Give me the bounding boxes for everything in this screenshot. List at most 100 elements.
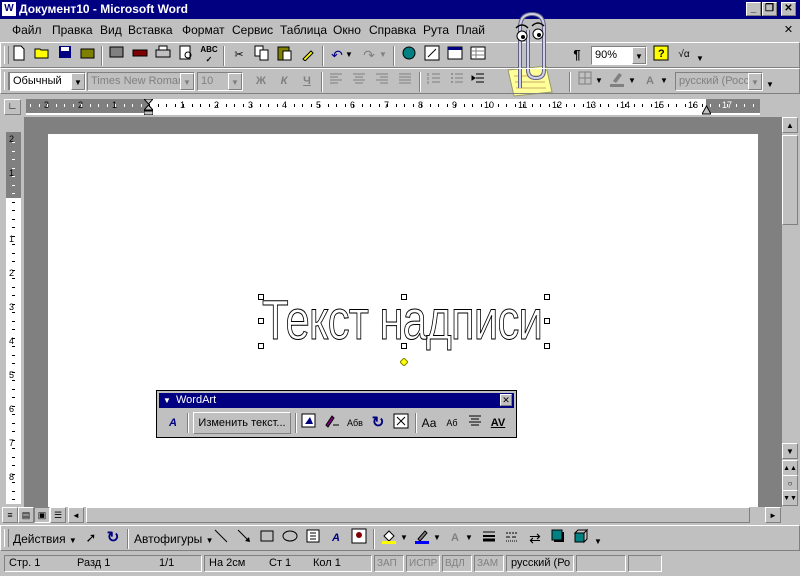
browse-object-icon[interactable]: ○ [782, 475, 798, 491]
format-painter-icon[interactable] [298, 45, 318, 65]
bullets-icon[interactable] [447, 71, 467, 91]
menu-format[interactable]: Формат [182, 23, 225, 37]
scroll-thumb[interactable] [782, 135, 798, 225]
numbering-icon[interactable] [424, 71, 444, 91]
menu-help[interactable]: Справка [369, 23, 416, 37]
decrease-indent-icon[interactable] [468, 71, 488, 91]
actions-menu-button[interactable]: Действия ▼ [13, 532, 77, 546]
menu-tools[interactable]: Сервис [232, 23, 273, 37]
close-button[interactable]: ✕ [781, 2, 796, 16]
redo-dropdown-icon[interactable]: ▼ [378, 45, 388, 65]
oval-icon[interactable] [280, 528, 300, 548]
alignment-icon[interactable] [465, 413, 485, 433]
italic-button[interactable]: К [274, 71, 294, 91]
scroll-thumb[interactable] [86, 507, 750, 523]
chevron-down-icon[interactable]: ▼ [432, 528, 442, 548]
select-objects-icon[interactable]: ➚ [81, 528, 101, 548]
minimize-button[interactable]: _ [746, 2, 761, 16]
align-right-icon[interactable] [372, 71, 392, 91]
align-left-icon[interactable] [326, 71, 346, 91]
chevron-down-icon[interactable]: ▼ [163, 393, 171, 408]
menu-table[interactable]: Таблица [280, 23, 327, 37]
fill-color-icon[interactable] [379, 528, 399, 548]
undo-dropdown-icon[interactable]: ▼ [344, 45, 354, 65]
scroll-right-icon[interactable]: ► [765, 507, 781, 523]
adjust-handle[interactable] [399, 355, 409, 367]
style-combo[interactable]: Обычный ▼ [9, 72, 86, 91]
copy-icon[interactable] [252, 45, 272, 65]
tab-selector[interactable]: ∟ [4, 99, 21, 115]
insert-wordart-icon[interactable]: A [163, 413, 183, 433]
show-hide-icon[interactable]: ¶ [567, 45, 587, 65]
chevron-down-icon[interactable]: ▼ [180, 73, 194, 90]
previous-page-icon[interactable]: ▲▲ [782, 460, 798, 476]
toolbar-options-icon[interactable]: ▼ [695, 49, 705, 69]
horizontal-scrollbar[interactable]: ≡ ▤ ▣ ☰ ◄ ► [0, 507, 782, 524]
clip-art-icon[interactable] [349, 528, 369, 548]
justify-icon[interactable] [395, 71, 415, 91]
rectangle-icon[interactable] [257, 528, 277, 548]
close-icon[interactable]: ✕ [500, 394, 512, 406]
format-wordart-icon[interactable] [322, 413, 342, 433]
vertical-text-button[interactable]: Аб [442, 413, 462, 433]
insert-table-icon[interactable] [445, 45, 465, 65]
cut-icon[interactable]: ✂ [229, 45, 249, 65]
shadow-icon[interactable] [548, 528, 568, 548]
insert-excel-icon[interactable] [468, 45, 488, 65]
borders-icon[interactable] [575, 71, 595, 91]
vertical-ruler[interactable]: 2 1 1 2 3 4 5 6 7 8 [6, 132, 21, 504]
chevron-down-icon[interactable]: ▼ [659, 71, 669, 91]
character-spacing-button[interactable]: AV [488, 413, 508, 433]
status-ext[interactable]: ВДЛ [442, 555, 472, 572]
selection-handle[interactable] [258, 343, 264, 349]
chevron-down-icon[interactable]: ▼ [464, 528, 474, 548]
edit-text-button[interactable]: Изменить текст... [193, 412, 291, 434]
status-page-field[interactable]: Стр. 1 Разд 1 1/1 [4, 555, 202, 572]
web-view-icon[interactable]: ▤ [18, 507, 34, 523]
chevron-down-icon[interactable]: ▼ [594, 71, 604, 91]
arrow-icon[interactable] [234, 528, 254, 548]
text-box-icon[interactable] [303, 528, 323, 548]
chevron-down-icon[interactable]: ▼ [627, 71, 637, 91]
status-trk[interactable]: ИСПР [406, 555, 440, 572]
wordart-shape-button[interactable]: Абв [345, 413, 365, 433]
selection-handle[interactable] [544, 343, 550, 349]
chevron-down-icon[interactable]: ▼ [748, 73, 762, 90]
wordart-toolbar-title-bar[interactable]: ▼ WordArt ✕ [159, 393, 514, 408]
size-combo[interactable]: 10 ▼ [197, 72, 243, 91]
word-app-icon[interactable]: W [2, 2, 16, 16]
language-combo[interactable]: русский (Росс ▼ [675, 72, 763, 91]
free-rotate-icon[interactable]: ↻ [103, 528, 123, 548]
font-color-icon[interactable]: A [445, 528, 465, 548]
font-color-icon[interactable]: A [640, 71, 660, 91]
status-rec[interactable]: ЗАП [374, 555, 404, 572]
zoom-combo[interactable]: 90% ▼ [591, 46, 647, 65]
insert-wordart-icon[interactable]: A [326, 528, 346, 548]
selection-handle[interactable] [401, 294, 407, 300]
send-mail-icon[interactable] [78, 45, 98, 65]
line-style-icon[interactable] [479, 528, 499, 548]
menu-view[interactable]: Вид [100, 23, 122, 37]
same-letter-heights-button[interactable]: Аа [419, 413, 439, 433]
free-rotate-icon[interactable]: ↻ [368, 413, 388, 433]
bold-button[interactable]: Ж [251, 71, 271, 91]
line-color-icon[interactable] [412, 528, 432, 548]
text-wrapping-icon[interactable] [391, 413, 411, 433]
restore-button[interactable]: ❐ [762, 2, 777, 16]
chevron-down-icon[interactable]: ▼ [632, 47, 646, 64]
book-icon[interactable] [107, 45, 127, 65]
selection-handle[interactable] [401, 343, 407, 349]
chevron-down-icon[interactable]: ▼ [228, 73, 242, 90]
help-icon[interactable]: ? [651, 45, 671, 65]
print-preview-icon[interactable] [176, 45, 196, 65]
next-page-icon[interactable]: ▼▼ [782, 490, 798, 506]
outline-view-icon[interactable]: ☰ [50, 507, 66, 523]
vertical-scrollbar[interactable]: ▲ ▼ ▲▲ ○ ▼▼ [782, 117, 799, 507]
toolbar-grip[interactable] [4, 529, 9, 547]
save-icon[interactable] [55, 45, 75, 65]
menu-file[interactable]: Файл [12, 23, 42, 37]
spelling-icon[interactable]: ABC ✓ [199, 45, 219, 65]
status-ovr[interactable]: ЗАМ [474, 555, 504, 572]
menu-insert[interactable]: Вставка [128, 23, 173, 37]
selection-handle[interactable] [258, 318, 264, 324]
